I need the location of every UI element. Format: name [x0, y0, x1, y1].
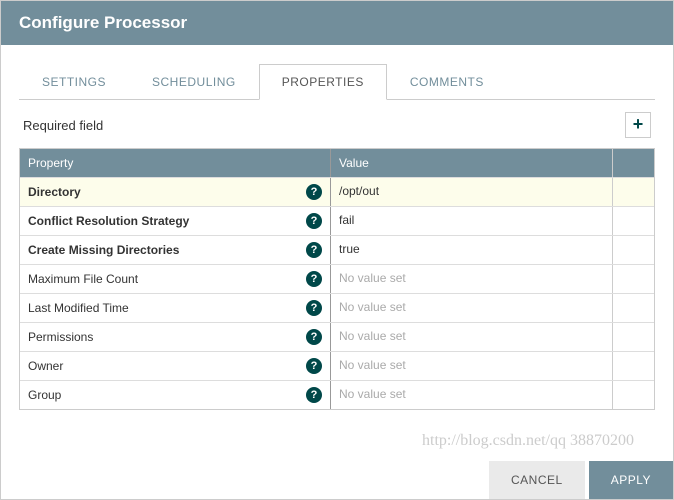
- table-row[interactable]: Conflict Resolution Strategy? fail: [20, 206, 654, 235]
- value-cell[interactable]: No value set: [330, 265, 612, 293]
- value-cell[interactable]: No value set: [330, 294, 612, 322]
- value-text: No value set: [339, 358, 406, 372]
- property-name: Maximum File Count: [28, 272, 138, 286]
- value-cell[interactable]: No value set: [330, 352, 612, 380]
- value-cell[interactable]: /opt/out: [330, 178, 612, 206]
- help-icon[interactable]: ?: [306, 184, 322, 200]
- property-cell: Permissions?: [20, 323, 330, 351]
- value-text: No value set: [339, 271, 406, 285]
- property-name: Directory: [28, 185, 81, 199]
- action-cell: [612, 352, 654, 380]
- property-cell: Conflict Resolution Strategy?: [20, 207, 330, 235]
- property-name: Group: [28, 388, 61, 402]
- cancel-button[interactable]: CANCEL: [489, 461, 585, 499]
- tab-comments[interactable]: COMMENTS: [387, 64, 507, 100]
- dialog-content: SETTINGSSCHEDULINGPROPERTIESCOMMENTS Req…: [1, 45, 673, 461]
- value-text: true: [339, 242, 360, 256]
- required-field-label: Required field: [23, 118, 103, 133]
- value-cell[interactable]: No value set: [330, 323, 612, 351]
- dialog-title: Configure Processor: [19, 13, 187, 32]
- tab-properties[interactable]: PROPERTIES: [259, 64, 387, 100]
- tab-settings[interactable]: SETTINGS: [19, 64, 129, 100]
- property-name: Last Modified Time: [28, 301, 129, 315]
- table-row[interactable]: Group? No value set: [20, 380, 654, 409]
- help-icon[interactable]: ?: [306, 387, 322, 403]
- table-row[interactable]: Create Missing Directories? true: [20, 235, 654, 264]
- properties-table: Property Value Directory? /opt/out Conflic…: [19, 148, 655, 410]
- table-row[interactable]: Last Modified Time? No value set: [20, 293, 654, 322]
- header-property: Property: [20, 149, 330, 177]
- action-cell: [612, 381, 654, 409]
- help-icon[interactable]: ?: [306, 242, 322, 258]
- property-name: Owner: [28, 359, 63, 373]
- action-cell: [612, 207, 654, 235]
- table-row[interactable]: Maximum File Count? No value set: [20, 264, 654, 293]
- table-body: Directory? /opt/out Conflict Resolution St…: [20, 177, 654, 409]
- property-cell: Maximum File Count?: [20, 265, 330, 293]
- value-text: No value set: [339, 300, 406, 314]
- help-icon[interactable]: ?: [306, 329, 322, 345]
- table-header: Property Value: [20, 149, 654, 177]
- add-property-button[interactable]: +: [625, 112, 651, 138]
- property-cell: Group?: [20, 381, 330, 409]
- value-text: No value set: [339, 329, 406, 343]
- required-field-row: Required field +: [19, 100, 655, 148]
- action-cell: [612, 294, 654, 322]
- plus-icon: +: [633, 114, 644, 134]
- property-cell: Directory?: [20, 178, 330, 206]
- header-value: Value: [330, 149, 612, 177]
- value-cell[interactable]: No value set: [330, 381, 612, 409]
- table-row[interactable]: Directory? /opt/out: [20, 177, 654, 206]
- action-cell: [612, 236, 654, 264]
- property-cell: Last Modified Time?: [20, 294, 330, 322]
- value-cell[interactable]: fail: [330, 207, 612, 235]
- header-actions: [612, 149, 654, 177]
- value-text: fail: [339, 213, 354, 227]
- property-name: Permissions: [28, 330, 93, 344]
- property-name: Conflict Resolution Strategy: [28, 214, 189, 228]
- table-row[interactable]: Permissions? No value set: [20, 322, 654, 351]
- value-text: No value set: [339, 387, 406, 401]
- table-row[interactable]: Owner? No value set: [20, 351, 654, 380]
- property-cell: Create Missing Directories?: [20, 236, 330, 264]
- dialog-header: Configure Processor: [1, 1, 673, 45]
- action-cell: [612, 178, 654, 206]
- property-cell: Owner?: [20, 352, 330, 380]
- help-icon[interactable]: ?: [306, 358, 322, 374]
- action-cell: [612, 265, 654, 293]
- value-cell[interactable]: true: [330, 236, 612, 264]
- action-cell: [612, 323, 654, 351]
- configure-processor-dialog: Configure Processor SETTINGSSCHEDULINGPR…: [0, 0, 674, 500]
- property-name: Create Missing Directories: [28, 243, 179, 257]
- value-text: /opt/out: [339, 184, 379, 198]
- apply-button[interactable]: APPLY: [589, 461, 673, 499]
- tab-bar: SETTINGSSCHEDULINGPROPERTIESCOMMENTS: [19, 63, 655, 100]
- dialog-footer: CANCEL APPLY: [1, 461, 673, 499]
- help-icon[interactable]: ?: [306, 271, 322, 287]
- help-icon[interactable]: ?: [306, 300, 322, 316]
- tab-scheduling[interactable]: SCHEDULING: [129, 64, 259, 100]
- help-icon[interactable]: ?: [306, 213, 322, 229]
